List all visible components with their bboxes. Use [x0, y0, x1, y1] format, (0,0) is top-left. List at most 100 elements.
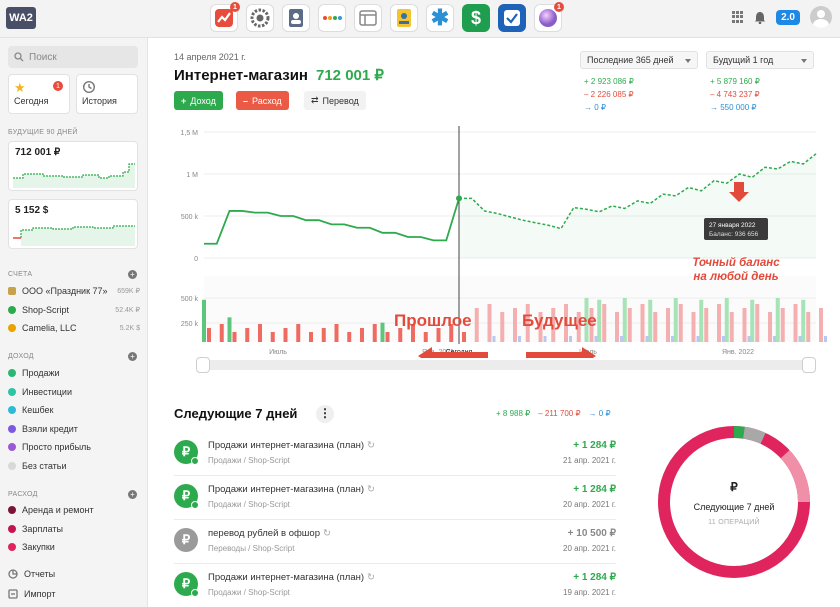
id-card-icon[interactable] — [390, 4, 418, 32]
today-button[interactable]: ★ Сегодня 1 — [8, 74, 70, 114]
expense-bar — [258, 324, 262, 342]
today-badge: 1 — [53, 81, 63, 91]
income-item[interactable]: Продажи — [8, 364, 140, 383]
expense-label: Зарплаты — [22, 523, 63, 534]
expense-bar — [691, 312, 696, 342]
transfer-bar — [569, 336, 572, 342]
window-icon[interactable] — [354, 4, 382, 32]
app-grid-icon[interactable] — [732, 11, 744, 23]
expense-bar — [513, 308, 517, 342]
bar-area — [204, 276, 816, 342]
income-item[interactable]: Инвестиции — [8, 383, 140, 402]
more-icon[interactable]: ⋮ — [316, 405, 334, 423]
expense-item[interactable]: Закупки — [8, 538, 140, 557]
expense-bar — [334, 324, 339, 342]
add-income-icon[interactable]: + — [128, 352, 137, 361]
future-period-select[interactable]: Будущий 1 год — [706, 51, 814, 69]
transaction-row[interactable]: ₽ Продажи интернет-магазина (план) ↻ Прод… — [174, 476, 616, 520]
range-start-handle[interactable] — [196, 357, 210, 373]
avatar[interactable] — [810, 6, 832, 28]
bell-icon[interactable] — [754, 11, 766, 24]
past-income: + 2 923 086 ₽ — [584, 77, 634, 86]
expense-bar — [232, 332, 237, 342]
app-logo[interactable]: WA2 — [6, 7, 36, 29]
transfer-bar — [773, 336, 776, 342]
account-label: Camelia, LLC — [22, 323, 77, 334]
contacts-icon[interactable] — [282, 4, 310, 32]
main-content: 14 апреля 2021 г. Интернет-магазин 712 00… — [148, 38, 840, 607]
import-icon — [8, 589, 18, 599]
transfer-bar — [798, 336, 802, 342]
plus-icon: + — [181, 95, 187, 106]
income-item[interactable]: Просто прибыль — [8, 438, 140, 457]
transfer-bar — [492, 336, 496, 342]
category-dot — [8, 461, 16, 470]
transaction-date: 20 апр. 2021 г. — [563, 500, 616, 509]
transaction-category: Продажи / Shop-Script — [208, 500, 290, 509]
income-bar — [775, 298, 780, 342]
version-badge[interactable]: 2.0 — [776, 9, 800, 25]
dollar-icon[interactable]: $ — [462, 4, 490, 32]
dots-icon[interactable] — [318, 4, 346, 32]
transaction-row[interactable]: ₽ перевод рублей в офшор ↻ Переводы / Sho… — [174, 520, 616, 564]
y-tick-label: 1,5 M — [180, 130, 198, 137]
range-end-handle[interactable] — [802, 357, 816, 373]
mini-value: 712 001 ₽ — [15, 147, 61, 158]
asterisk-icon[interactable]: ✱ — [426, 4, 454, 32]
future-section-title: Будущие 90 дней — [8, 129, 78, 136]
income-label: Без статьи — [22, 460, 67, 471]
expense-item[interactable]: Аренда и ремонт — [8, 501, 140, 520]
expense-bar — [704, 308, 709, 342]
add-account-icon[interactable]: + — [128, 270, 137, 279]
expense-bar — [615, 312, 619, 342]
future-balance-usd[interactable]: 5 152 $ — [8, 199, 138, 249]
x-tick-label: Янв. 2022 — [722, 349, 754, 356]
future-income: + 5 879 160 ₽ — [710, 77, 760, 86]
import-link[interactable]: Импорт — [8, 584, 140, 604]
tooltip-balance: Баланс: 936 656 — [709, 231, 759, 238]
add-expense-button[interactable]: – Расход — [236, 91, 289, 110]
transaction-name: Продажи интернет-магазина (план) ↻ — [208, 572, 375, 583]
category-dot — [8, 387, 16, 396]
reports-link[interactable]: Отчеты — [8, 564, 140, 584]
reports-label: Отчеты — [24, 569, 56, 579]
transfer-bar — [620, 336, 623, 342]
add-expense-icon[interactable]: + — [128, 490, 137, 499]
category-dot — [8, 443, 16, 452]
range-slider[interactable] — [196, 357, 816, 373]
tasks-icon[interactable] — [498, 4, 526, 32]
expense-item[interactable]: Зарплаты — [8, 520, 140, 539]
future-transfer: → 550 000 ₽ — [710, 103, 757, 112]
income-section-title: Доход — [8, 353, 34, 360]
transaction-row[interactable]: ₽ Продажи интернет-магазина (план) ↻ Прод… — [174, 432, 616, 476]
transaction-category: Переводы / Shop-Script — [208, 544, 295, 553]
past-period-select[interactable]: Последние 365 дней — [580, 51, 698, 69]
income-item[interactable]: Без статьи — [8, 457, 140, 476]
expense-list: Аренда и ремонт Зарплаты Закупки — [8, 501, 140, 557]
category-dot — [8, 506, 16, 515]
search-icon — [14, 52, 24, 62]
account-item[interactable]: Shop-Script 52.4K ₽ — [8, 301, 140, 320]
income-item[interactable]: Взяли кредит — [8, 420, 140, 439]
transaction-row[interactable]: ₽ Продажи интернет-магазина (план) ↻ Прод… — [174, 564, 616, 607]
income-bar — [648, 299, 653, 342]
gear-icon[interactable] — [246, 4, 274, 32]
income-bar — [597, 299, 602, 342]
expense-label: Закупки — [22, 542, 55, 553]
future-summary: + 5 879 160 ₽ – 4 743 237 ₽ → 550 000 ₽ — [710, 75, 760, 114]
add-income-button[interactable]: + Доход — [174, 91, 223, 110]
expense-bar — [602, 304, 607, 342]
future-balance-rub[interactable]: 712 001 ₽ — [8, 141, 138, 191]
income-item[interactable]: Кешбек — [8, 401, 140, 420]
account-item[interactable]: Camelia, LLC 5.2K $ — [8, 319, 140, 338]
transfer-bar — [645, 336, 649, 342]
account-item[interactable]: ООО «Праздник 77» 659K ₽ — [8, 282, 140, 301]
balance-chart[interactable]: 1,5 M1 M500 k0500 k250 kИюльЯнв. 2021Сег… — [148, 126, 840, 358]
page-title-text: Интернет-магазин — [174, 67, 308, 84]
transfer-bar — [671, 336, 674, 342]
transfer-button[interactable]: ⇄ Перевод — [304, 91, 366, 110]
search-input[interactable]: Поиск — [8, 46, 138, 68]
orb-icon[interactable]: 1 — [534, 2, 564, 32]
finance-app-icon[interactable]: 1 — [210, 2, 240, 32]
history-button[interactable]: История — [76, 74, 138, 114]
